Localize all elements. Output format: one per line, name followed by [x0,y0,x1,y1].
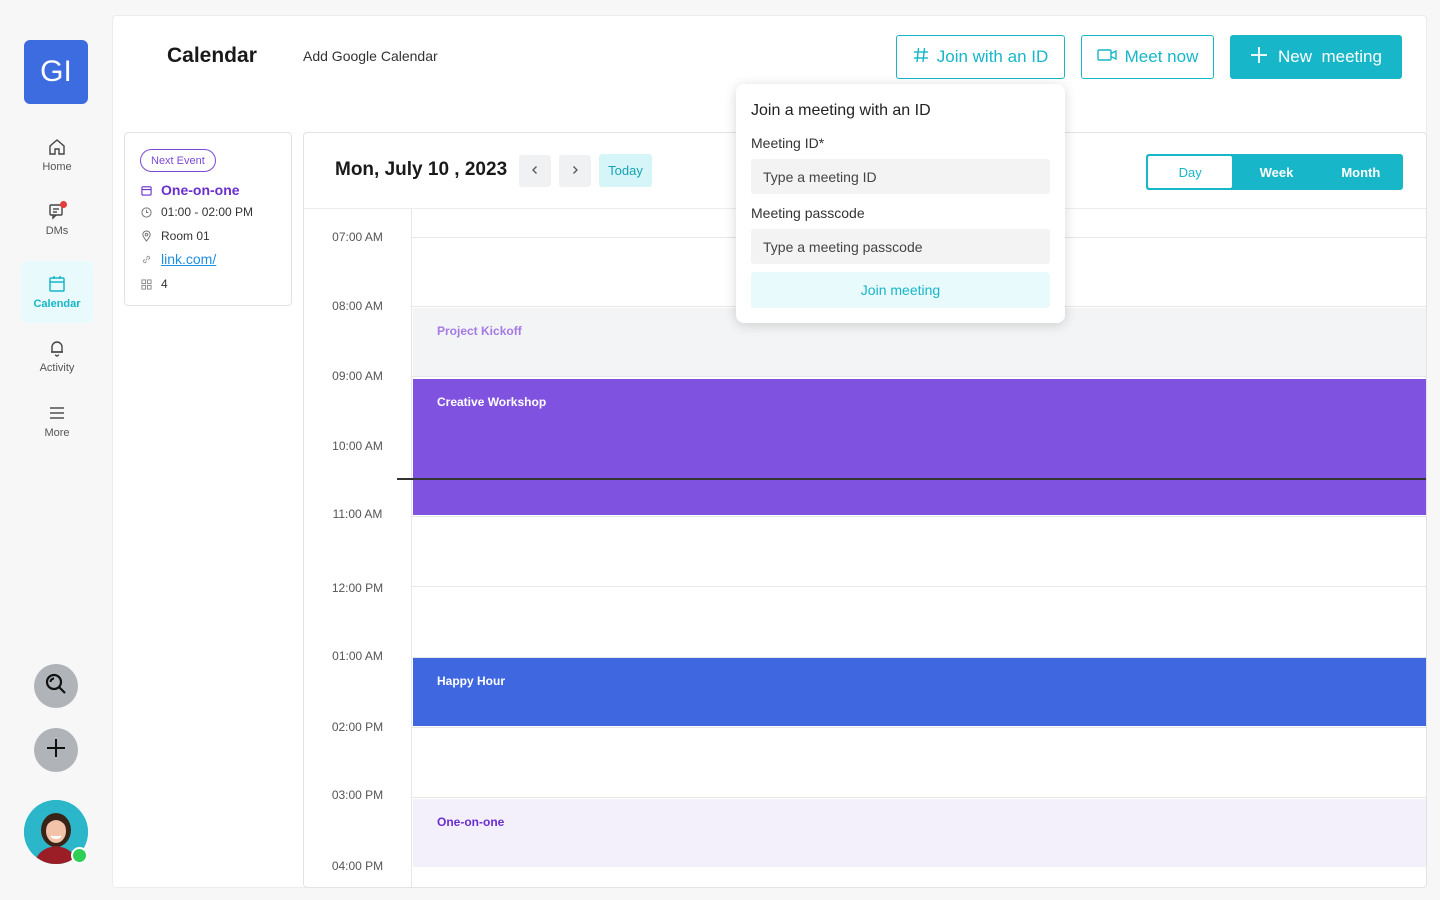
next-event-title-row: One-on-one [140,182,240,198]
next-event-time-row: 01:00 - 02:00 PM [140,205,253,219]
location-icon [140,230,152,242]
view-day-tab[interactable]: Day [1148,156,1233,188]
new-meeting-label: New meeting [1278,47,1382,66]
nav-calendar[interactable]: Calendar [21,261,93,323]
nav-activity[interactable]: Activity [21,325,93,387]
meeting-id-input[interactable] [751,159,1050,194]
join-meeting-popover: Join a meeting with an ID Meeting ID* Me… [736,84,1065,323]
hash-icon [913,47,929,68]
event-title: One-on-one [437,815,505,829]
nav-calendar-label: Calendar [33,298,81,310]
time-label: 02:00 PM [331,720,384,734]
nav-home[interactable]: Home [21,124,93,186]
next-event-badge: Next Event [140,149,216,172]
home-icon [47,137,67,157]
link-icon [140,253,152,265]
online-status-dot [71,847,88,864]
next-event-title: One-on-one [161,182,240,198]
join-with-id-label: Join with an ID [936,47,1049,66]
meeting-id-label: Meeting ID* [751,135,825,151]
event-title: Creative Workshop [437,395,547,409]
view-week-tab[interactable]: Week [1234,154,1318,190]
search-button[interactable] [34,664,78,708]
nav-dms-label: DMs [45,225,69,237]
clock-icon [140,206,152,218]
time-label: 08:00 AM [332,299,383,313]
nav-more-label: More [44,427,70,439]
event-one-on-one[interactable]: One-on-one [413,799,1426,867]
calendar-icon [47,274,67,294]
time-label: 04:00 PM [331,859,384,873]
hour-line [411,727,1426,728]
join-with-id-button[interactable]: Join with an ID [896,35,1065,79]
next-event-card[interactable]: Next Event One-on-one 01:00 - 02:00 PM R… [124,132,292,306]
hour-line [411,586,1426,587]
time-label: 03:00 PM [331,788,384,802]
hour-line [411,376,1426,377]
video-icon [1096,47,1117,67]
popover-title: Join a meeting with an ID [751,102,931,119]
nav-dms[interactable]: DMs [21,188,93,250]
time-label: 09:00 AM [332,369,383,383]
next-event-attendees: 4 [161,277,168,291]
view-switcher: Day Week Month [1146,154,1403,190]
event-title: Project Kickoff [437,324,522,338]
new-meeting-button[interactable]: New meeting [1230,35,1402,79]
left-rail: GI Home DMs Calendar Activity More [0,0,112,900]
add-google-calendar-link[interactable]: Add Google Calendar [303,48,438,64]
meet-now-label: Meet now [1124,47,1199,66]
next-event-room-row: Room 01 [140,229,210,243]
meeting-passcode-label: Meeting passcode [751,205,865,221]
time-label: 10:00 AM [332,439,383,453]
hour-line [411,516,1426,517]
next-event-time: 01:00 - 02:00 PM [161,205,254,219]
prev-day-button[interactable] [519,155,551,187]
join-meeting-button[interactable]: Join meeting [751,272,1050,308]
next-event-attendees-row: 4 [140,277,168,291]
meeting-passcode-input[interactable] [751,229,1050,264]
people-icon [140,278,152,290]
today-button[interactable]: Today [599,154,652,187]
hour-line [411,797,1426,798]
plus-icon [45,737,67,764]
search-icon [44,672,68,701]
plus-icon [1250,46,1268,69]
page-title: Calendar [167,44,257,67]
bell-icon [47,338,67,358]
calendar-icon [140,184,152,196]
time-label: 12:00 PM [331,581,384,595]
current-date: Mon, July 10 , 2023 [335,159,508,180]
current-time-indicator [397,478,1426,480]
next-day-button[interactable] [559,155,591,187]
menu-icon [47,403,67,423]
nav-more[interactable]: More [21,390,93,452]
event-title: Happy Hour [437,674,506,688]
event-happy-hour[interactable]: Happy Hour [413,658,1426,726]
chevron-right-icon [570,162,580,180]
add-button[interactable] [34,728,78,772]
unread-dot [60,201,67,208]
time-label: 01:00 AM [332,649,383,663]
time-label: 07:00 AM [332,230,383,244]
event-creative-workshop[interactable]: Creative Workshop [413,379,1426,515]
view-month-tab[interactable]: Month [1319,154,1403,190]
time-label: 11:00 AM [332,507,383,521]
next-event-link[interactable]: link.com/ [161,251,216,267]
time-column-divider [411,209,412,887]
meet-now-button[interactable]: Meet now [1081,35,1214,79]
chat-icon [47,201,67,221]
org-initials: GI [40,55,72,88]
nav-activity-label: Activity [39,362,75,374]
next-event-link-row: link.com/ [140,251,216,267]
next-event-room: Room 01 [161,229,210,243]
org-logo[interactable]: GI [24,40,88,104]
nav-home-label: Home [42,161,72,173]
chevron-left-icon [530,162,540,180]
